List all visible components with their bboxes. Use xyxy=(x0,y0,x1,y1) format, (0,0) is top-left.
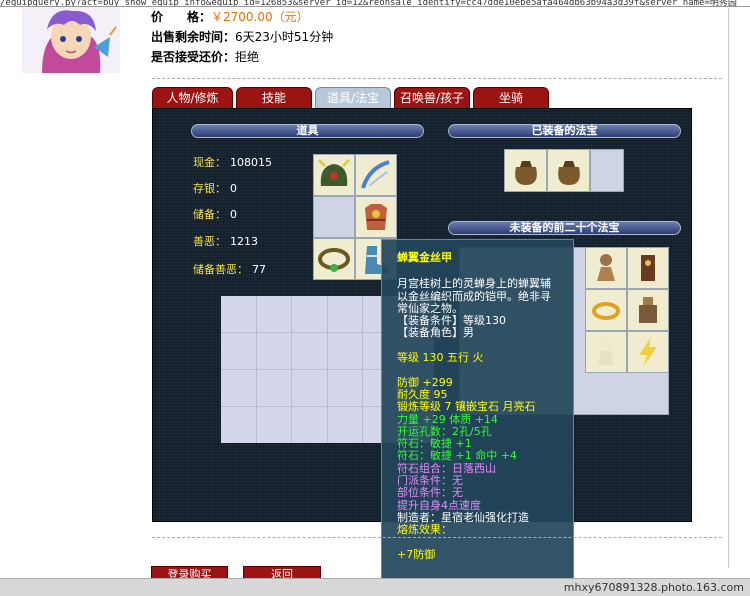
equipped-treasure-header: 已装备的法宝 xyxy=(448,124,681,138)
tooltip-line: 月宫桂树上的灵蝉身上的蝉翼辅 xyxy=(397,277,551,291)
footer-bar: mhxy670891328.photo.163.com xyxy=(0,578,750,596)
treasure-slot[interactable] xyxy=(585,247,627,289)
tooltip-title: 蝉翼金丝甲 xyxy=(397,251,452,264)
stat-label: 存银： xyxy=(193,182,226,195)
tab-character[interactable]: 人物/修炼 xyxy=(152,87,233,109)
stat-morality: 善恶： 1213 xyxy=(193,235,258,248)
tooltip-line: 锻炼等级 7 镶嵌宝石 月亮石 xyxy=(397,400,536,414)
time-value: 6天23小时51分钟 xyxy=(235,30,334,44)
bag-icon xyxy=(558,161,580,185)
stat-deposit: 存银： 0 xyxy=(193,182,237,195)
right-divider xyxy=(728,8,729,568)
stat-value: 77 xyxy=(252,263,266,276)
price-row: 价 格：￥2700.00（元） xyxy=(151,10,309,24)
stat-reserve: 储备： 0 xyxy=(193,208,237,221)
tooltip-line: 力量 +29 体质 +14 xyxy=(397,412,498,426)
tooltip-lines: 月宫桂树上的灵蝉身上的蝉翼辅 以金丝编织而成的铠甲。绝非寻 常仙家之物。 【装备条件】… xyxy=(397,277,573,561)
treasure-slot[interactable] xyxy=(585,289,627,331)
stat-label: 现金： xyxy=(193,156,226,169)
equipped-treasure-slot[interactable] xyxy=(547,149,590,192)
totem-icon xyxy=(641,255,655,281)
treasure-slot[interactable] xyxy=(627,289,669,331)
equip-slot-necklace[interactable] xyxy=(313,238,355,280)
bag-icon xyxy=(515,161,537,185)
accept-label: 是否接受还价： xyxy=(151,50,236,64)
price-label: 价 格： xyxy=(151,10,212,24)
url-bar: /equipquery.py?act=buy_show_equip_info&e… xyxy=(0,0,750,7)
equipped-treasure-slot[interactable] xyxy=(504,149,547,192)
equip-slot-weapon[interactable] xyxy=(355,154,397,196)
tooltip-line: +7防御 xyxy=(397,547,436,561)
tab-mounts[interactable]: 坐骑 xyxy=(473,87,549,109)
time-row: 出售剩余时间：6天23小时51分钟 xyxy=(151,30,333,44)
stat-reserve-morality: 储备善恶： 77 xyxy=(193,263,266,276)
stat-label: 储备善恶： xyxy=(193,263,248,276)
bottom-divider xyxy=(152,537,722,538)
tab-pets[interactable]: 召唤兽/孩子 xyxy=(394,87,470,109)
equipped-treasure-slot-empty[interactable] xyxy=(590,149,624,192)
ring-icon xyxy=(592,302,620,320)
stat-value: 108015 xyxy=(230,156,272,169)
items-header: 道具 xyxy=(191,124,424,138)
equip-slot-armor[interactable] xyxy=(355,196,397,238)
stat-value: 0 xyxy=(230,208,237,221)
time-label: 出售剩余时间： xyxy=(151,30,236,44)
treasure-slot[interactable] xyxy=(585,331,627,373)
stat-cash: 现金： 108015 xyxy=(193,156,272,169)
tab-items[interactable]: 道具/法宝 xyxy=(315,87,391,109)
footer-watermark: mhxy670891328.photo.163.com xyxy=(563,581,744,594)
accept-value: 拒绝 xyxy=(235,50,260,64)
armor-icon xyxy=(365,204,387,230)
character-avatar xyxy=(22,7,120,73)
tooltip-line: 熔炼效果： xyxy=(397,523,452,537)
lightning-icon xyxy=(639,337,657,367)
equip-slot-helmet[interactable] xyxy=(313,154,355,196)
necklace-icon xyxy=(318,248,350,272)
figure-icon xyxy=(598,338,614,365)
seal-icon xyxy=(639,297,657,323)
treasure-slot[interactable] xyxy=(627,247,669,289)
tooltip-line xyxy=(397,537,573,549)
doll-icon xyxy=(597,254,615,281)
unequipped-treasure-header: 未装备的前二十个法宝 xyxy=(448,221,681,235)
whip-icon xyxy=(361,160,390,189)
tooltip-line: 【装备角色】男 xyxy=(397,326,474,340)
price-value: ￥2700.00（元） xyxy=(211,10,309,24)
accept-row: 是否接受还价：拒绝 xyxy=(151,50,259,64)
treasure-row-spacer xyxy=(585,373,669,415)
helmet-icon xyxy=(317,158,351,186)
tooltip-line: 符石：敏捷 +1 命中 +4 xyxy=(397,449,517,463)
tooltip-line: 部位条件：无 xyxy=(397,486,463,500)
tooltip-line: 等级 130 五行 火 xyxy=(397,351,484,365)
stat-label: 储备： xyxy=(193,208,226,221)
item-tooltip: 蝉翼金丝甲 月宫桂树上的灵蝉身上的蝉翼辅 以金丝编织而成的铠甲。绝非寻 常仙家之物。… xyxy=(381,239,574,596)
equip-slot-empty[interactable] xyxy=(313,196,355,238)
tooltip-line xyxy=(397,364,573,376)
stat-value: 1213 xyxy=(230,235,258,248)
page-root: /equipquery.py?act=buy_show_equip_info&e… xyxy=(0,0,750,596)
treasure-slot[interactable] xyxy=(627,331,669,373)
stat-label: 善恶： xyxy=(193,235,226,248)
stat-value: 0 xyxy=(230,182,237,195)
tab-skills[interactable]: 技能 xyxy=(236,87,312,109)
top-divider xyxy=(152,78,722,79)
